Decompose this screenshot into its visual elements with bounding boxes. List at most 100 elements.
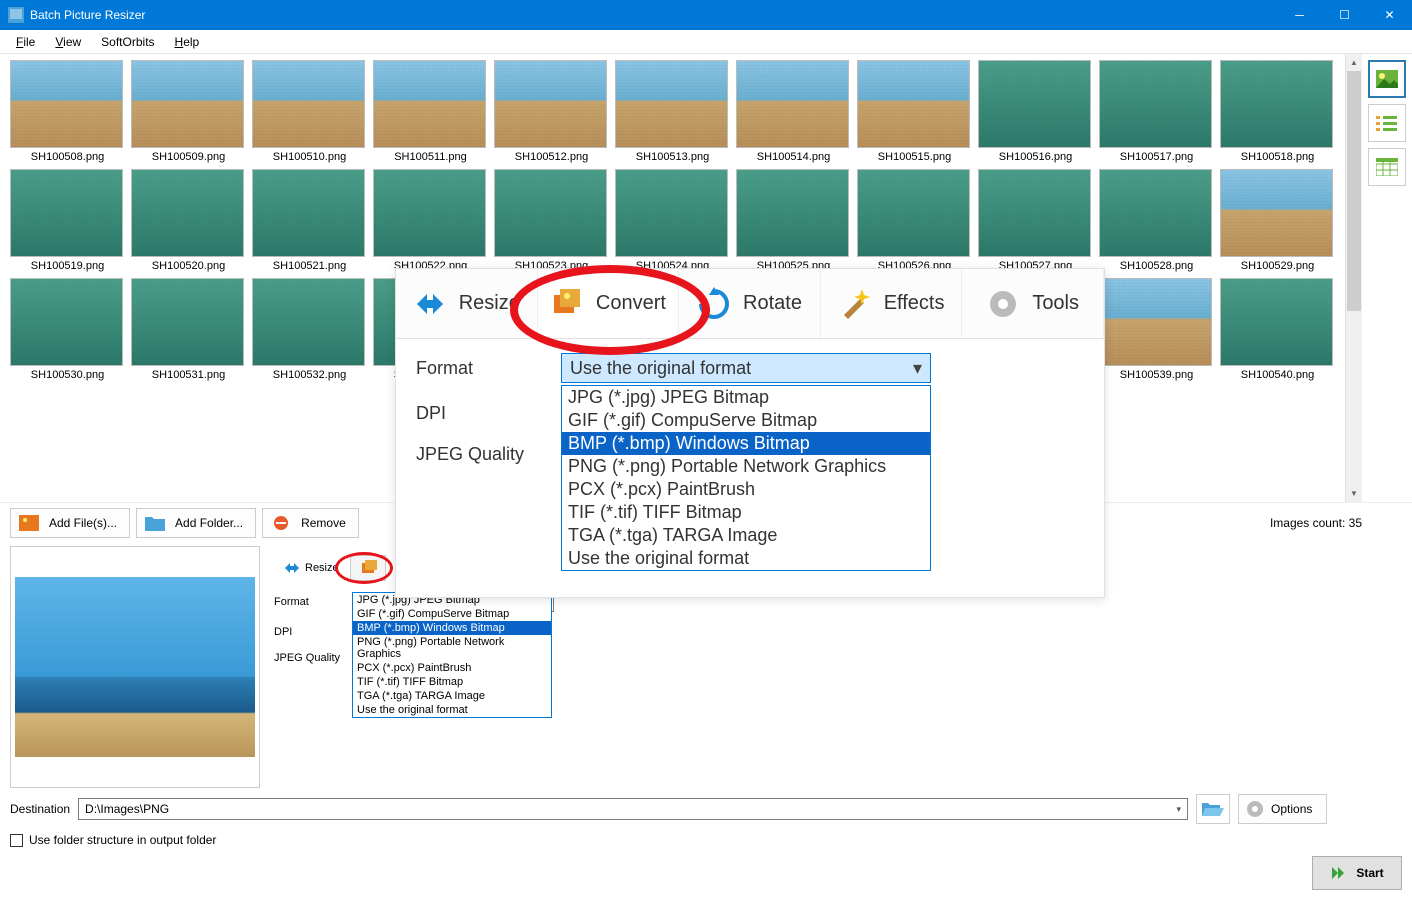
tab-effects-large[interactable]: Effects (821, 269, 963, 338)
app-icon (8, 7, 24, 23)
resize-icon (283, 560, 301, 576)
thumbnail-item[interactable]: SH100523.png (494, 169, 609, 272)
destination-input[interactable]: D:\Images\PNG (78, 798, 1188, 820)
thumbnail-caption: SH100518.png (1220, 151, 1335, 163)
browse-folder-button[interactable] (1196, 794, 1230, 824)
tab-convert-large[interactable]: Convert (538, 269, 680, 338)
thumbnail-image (252, 60, 365, 148)
format-option[interactable]: Use the original format (562, 547, 930, 570)
format-option[interactable]: TGA (*.tga) TARGA Image (562, 524, 930, 547)
close-button[interactable]: ✕ (1367, 0, 1412, 30)
view-list-button[interactable] (1368, 104, 1406, 142)
thumbnail-item[interactable]: SH100511.png (373, 60, 488, 163)
thumbnail-item[interactable]: SH100517.png (1099, 60, 1214, 163)
thumbnail-image (373, 60, 486, 148)
scroll-down-icon[interactable]: ▼ (1346, 485, 1362, 502)
thumbnail-item[interactable]: SH100508.png (10, 60, 125, 163)
thumbnail-item[interactable]: SH100531.png (131, 278, 246, 381)
titlebar: Batch Picture Resizer ─ ☐ ✕ (0, 0, 1412, 30)
thumbnail-image (252, 278, 365, 366)
view-thumbnails-button[interactable] (1368, 60, 1406, 98)
format-option[interactable]: PCX (*.pcx) PaintBrush (562, 478, 930, 501)
menu-softorbits[interactable]: SoftOrbits (91, 35, 164, 49)
format-option[interactable]: GIF (*.gif) CompuServe Bitmap (562, 409, 930, 432)
thumbnail-item[interactable]: SH100520.png (131, 169, 246, 272)
format-option[interactable]: TIF (*.tif) TIFF Bitmap (353, 675, 551, 689)
vertical-scrollbar[interactable]: ▲ ▼ (1345, 54, 1362, 502)
menu-file[interactable]: File (6, 35, 45, 49)
thumbnail-item[interactable]: SH100526.png (857, 169, 972, 272)
thumbnail-item[interactable]: SH100527.png (978, 169, 1093, 272)
format-option[interactable]: PNG (*.png) Portable Network Graphics (353, 635, 551, 661)
thumbnail-item[interactable]: SH100522.png (373, 169, 488, 272)
format-dropdown-large[interactable]: JPG (*.jpg) JPEG BitmapGIF (*.gif) Compu… (561, 385, 931, 571)
thumbnail-caption: SH100520.png (131, 260, 246, 272)
thumbnail-item[interactable]: SH100514.png (736, 60, 851, 163)
thumbnail-image (131, 60, 244, 148)
thumbnail-item[interactable]: SH100528.png (1099, 169, 1214, 272)
thumbnail-item[interactable]: SH100539.png (1099, 278, 1214, 381)
format-combo-large[interactable]: Use the original format (561, 353, 931, 383)
preview-pane (10, 546, 260, 788)
thumbnail-item[interactable]: SH100519.png (10, 169, 125, 272)
format-option[interactable]: BMP (*.bmp) Windows Bitmap (562, 432, 930, 455)
view-details-button[interactable] (1368, 148, 1406, 186)
menu-view[interactable]: View (45, 35, 91, 49)
tab-tools-large[interactable]: Tools (962, 269, 1104, 338)
thumbnail-item[interactable]: SH100530.png (10, 278, 125, 381)
thumbnail-item[interactable]: SH100513.png (615, 60, 730, 163)
thumbnail-caption: SH100509.png (131, 151, 246, 163)
tab-convert-small[interactable] (350, 555, 386, 581)
thumbnail-item[interactable]: SH100529.png (1220, 169, 1335, 272)
maximize-button[interactable]: ☐ (1322, 0, 1367, 30)
add-folder-button[interactable]: Add Folder... (136, 508, 256, 538)
thumbnail-item[interactable]: SH100518.png (1220, 60, 1335, 163)
format-option[interactable]: TIF (*.tif) TIFF Bitmap (562, 501, 930, 524)
jpeg-label-large: JPEG Quality (416, 444, 561, 465)
format-option[interactable]: GIF (*.gif) CompuServe Bitmap (353, 607, 551, 621)
thumbnail-item[interactable]: SH100524.png (615, 169, 730, 272)
tab-rotate-large[interactable]: Rotate (679, 269, 821, 338)
format-option[interactable]: PCX (*.pcx) PaintBrush (353, 661, 551, 675)
format-option[interactable]: Use the original format (353, 703, 551, 717)
thumbnail-image (131, 169, 244, 257)
thumbnail-caption: SH100513.png (615, 151, 730, 163)
thumbnail-item[interactable]: SH100532.png (252, 278, 367, 381)
format-dropdown-small[interactable]: JPG (*.jpg) JPEG BitmapGIF (*.gif) Compu… (352, 592, 552, 718)
thumbnail-item[interactable]: SH100540.png (1220, 278, 1335, 381)
folder-structure-checkbox[interactable] (10, 834, 23, 847)
scroll-thumb[interactable] (1347, 71, 1361, 311)
folder-structure-label: Use folder structure in output folder (29, 833, 216, 847)
format-option[interactable]: JPG (*.jpg) JPEG Bitmap (562, 386, 930, 409)
dpi-label-small: DPI (274, 626, 354, 638)
thumbnail-item[interactable]: SH100515.png (857, 60, 972, 163)
format-option[interactable]: BMP (*.bmp) Windows Bitmap (353, 621, 551, 635)
minimize-button[interactable]: ─ (1277, 0, 1322, 30)
tab-resize-large[interactable]: Resize (396, 269, 538, 338)
thumbnail-item[interactable]: SH100521.png (252, 169, 367, 272)
thumbnail-image (252, 169, 365, 257)
thumbnail-item[interactable]: SH100512.png (494, 60, 609, 163)
thumbnail-image (1099, 169, 1212, 257)
thumbnail-image (978, 60, 1091, 148)
tab-resize-small[interactable]: Resize (274, 555, 348, 581)
thumbnail-item[interactable]: SH100510.png (252, 60, 367, 163)
convert-icon (359, 560, 377, 576)
options-button[interactable]: Options (1238, 794, 1327, 824)
thumbnail-image (978, 169, 1091, 257)
remove-button[interactable]: Remove (262, 508, 359, 538)
thumbnail-item[interactable]: SH100516.png (978, 60, 1093, 163)
convert-icon (550, 287, 584, 321)
thumbnail-item[interactable]: SH100509.png (131, 60, 246, 163)
thumbnail-image (1220, 169, 1333, 257)
scroll-up-icon[interactable]: ▲ (1346, 54, 1362, 71)
thumbnail-image (1220, 60, 1333, 148)
format-option[interactable]: TGA (*.tga) TARGA Image (353, 689, 551, 703)
menu-help[interactable]: Help (165, 35, 210, 49)
thumbnail-item[interactable]: SH100525.png (736, 169, 851, 272)
format-option[interactable]: PNG (*.png) Portable Network Graphics (562, 455, 930, 478)
thumbnail-caption: SH100530.png (10, 369, 125, 381)
thumbnail-caption: SH100517.png (1099, 151, 1214, 163)
start-button[interactable]: Start (1312, 856, 1402, 890)
add-files-button[interactable]: Add File(s)... (10, 508, 130, 538)
